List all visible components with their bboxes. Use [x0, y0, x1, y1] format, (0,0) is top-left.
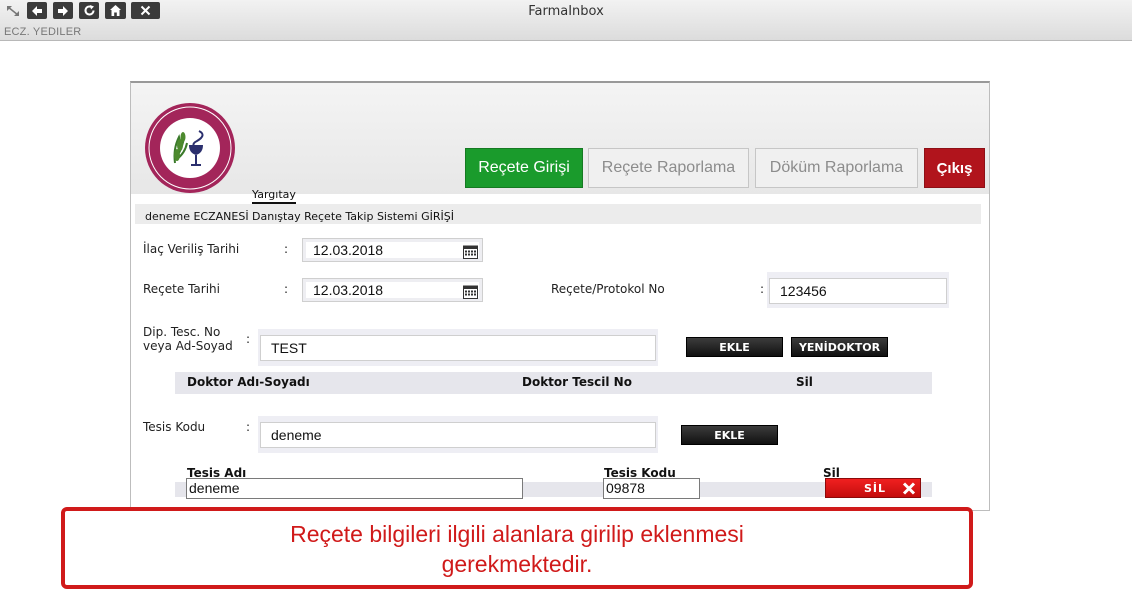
ilac-verilis-date-value: 12.03.2018: [313, 242, 384, 258]
calendar-icon[interactable]: [463, 283, 478, 299]
recete-tarihi-date-input[interactable]: 12.03.2018: [302, 278, 483, 302]
colon: :: [284, 282, 289, 296]
app-title: FarmaInbox: [528, 4, 604, 19]
tesis-sil-button[interactable]: SİL: [825, 478, 921, 498]
recete-tarihi-label: Reçete Tarihi: [143, 282, 220, 296]
colon: :: [284, 242, 289, 256]
recete-raporlama-button[interactable]: Reçete Raporlama: [588, 148, 749, 188]
pharmacy-name: ECZ. YEDILER: [4, 26, 82, 38]
doktor-table-header: Doktor Adı-Soyadı Doktor Tescil No Sil: [175, 372, 932, 394]
callout-line-1: Reçete bilgileri ilgili alanlara girilip…: [290, 521, 744, 547]
tesis-adi-input[interactable]: deneme: [186, 478, 523, 499]
callout-text: Reçete bilgileri ilgili alanlara girilip…: [65, 519, 969, 579]
recete-girisi-button[interactable]: Reçete Girişi: [465, 148, 583, 188]
callout-line-2: gerekmektedir.: [441, 551, 593, 577]
protokol-input[interactable]: 123456: [769, 278, 947, 304]
doktor-tescil-header: Doktor Tescil No: [522, 375, 632, 389]
tesis-ekle-button[interactable]: EKLE: [681, 425, 778, 445]
ilac-verilis-label: İlaç Veriliş Tarihi: [143, 242, 240, 256]
info-text: deneme ECZANESİ Danıştay Reçete Takip Si…: [145, 210, 454, 223]
doktor-search-input[interactable]: TEST: [260, 335, 656, 361]
yargitay-tab[interactable]: Yargıtay: [252, 188, 296, 204]
delete-x-icon: [902, 482, 916, 495]
doktor-sil-header: Sil: [796, 375, 813, 389]
doktor-ekle-button[interactable]: EKLE: [686, 337, 783, 357]
sil-label: SİL: [864, 482, 887, 495]
doktor-adi-header: Doktor Adı-Soyadı: [187, 375, 310, 389]
yenidoktor-button[interactable]: YENİDOKTOR: [791, 337, 888, 357]
colon: :: [246, 420, 251, 434]
recete-tarihi-date-value: 12.03.2018: [313, 282, 384, 298]
ilac-verilis-date-input[interactable]: 12.03.2018: [302, 238, 483, 262]
dip-label-line1: Dip. Tesc. No: [143, 325, 221, 339]
dip-field-wrap: TEST: [258, 329, 658, 366]
tesis-kodu-label: Tesis Kodu: [143, 420, 206, 434]
tesis-kodu-row-input[interactable]: 09878: [603, 478, 700, 499]
colon: :: [246, 332, 251, 346]
tesis-kodu-input[interactable]: deneme: [260, 422, 656, 448]
window-titlebar: FarmaInbox ECZ. YEDILER: [0, 0, 1132, 41]
tesis-field-wrap: deneme: [258, 416, 658, 453]
main-panel: Reçete Girişi Reçete Raporlama Döküm Rap…: [130, 81, 990, 511]
cikis-button[interactable]: Çıkış: [924, 148, 985, 188]
teb-logo: [143, 101, 237, 195]
instruction-callout: Reçete bilgileri ilgili alanlara girilip…: [61, 507, 973, 589]
protokol-field-wrap: 123456: [767, 272, 949, 308]
colon: :: [760, 282, 765, 296]
dokum-raporlama-button[interactable]: Döküm Raporlama: [755, 148, 918, 188]
calendar-icon[interactable]: [463, 243, 478, 259]
dip-label-line2: veya Ad-Soyad: [143, 339, 233, 353]
protokol-label: Reçete/Protokol No: [551, 282, 665, 296]
